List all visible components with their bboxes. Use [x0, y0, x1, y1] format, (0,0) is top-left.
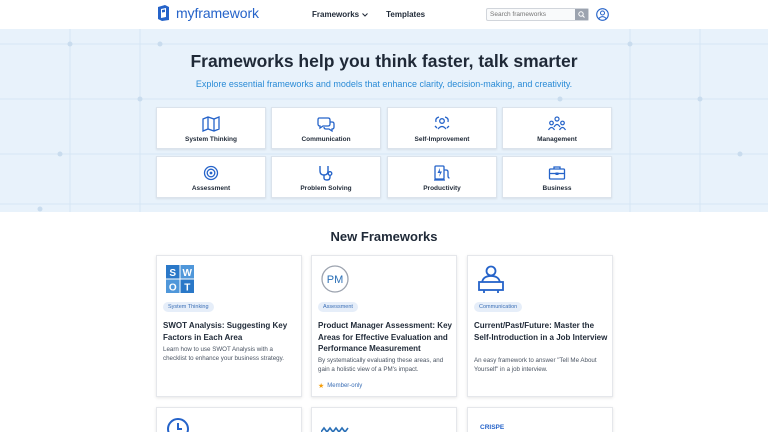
crispe-label: CRISPE [480, 424, 505, 431]
presenter-icon [478, 265, 504, 293]
swot-icon: S W O T [166, 265, 194, 293]
member-only-badge: ★ Member-only [318, 382, 362, 390]
category-system-thinking[interactable]: System Thinking [156, 107, 266, 149]
team-icon [548, 116, 566, 131]
logo-text: myframework [176, 5, 259, 21]
card-tag[interactable]: Communication [474, 302, 523, 312]
member-only-label: Member-only [327, 383, 363, 389]
chat-bubbles-icon [317, 117, 335, 132]
category-label: Productivity [423, 185, 461, 192]
site-header: myframework Frameworks Templates [0, 0, 768, 29]
new-frameworks-title: New Frameworks [330, 229, 438, 244]
target-icon [203, 165, 219, 181]
category-communication[interactable]: Communication [271, 107, 381, 149]
hero-subtitle: Explore essential frameworks and models … [195, 79, 573, 89]
map-icon [202, 116, 220, 132]
framework-card-swot[interactable]: S W O T System Thinking SWOT Analysis: S… [156, 255, 302, 397]
main-nav: Frameworks Templates [312, 10, 425, 19]
category-label: Communication [301, 136, 351, 143]
framework-card-partial[interactable] [156, 407, 302, 432]
clock-icon [167, 418, 189, 432]
card-description: An easy framework to answer "Tell Me Abo… [474, 357, 597, 373]
nav-frameworks-label: Frameworks [312, 10, 360, 19]
search-box [486, 8, 589, 21]
card-description: By systematically evaluating these areas… [318, 357, 444, 373]
framework-card-pm-assessment[interactable]: PM Assessment Product Manager Assessment… [311, 255, 457, 397]
search-button[interactable] [575, 9, 588, 20]
card-description: Learn how to use SWOT Analysis with a ch… [163, 346, 284, 362]
card-title: SWOT Analysis: Suggesting Key Factors in… [163, 321, 288, 342]
search-input[interactable] [490, 9, 576, 20]
swot-letter: S [169, 268, 176, 279]
framework-card-partial[interactable]: CRISPE [467, 407, 613, 432]
wave-icon [321, 426, 349, 432]
card-title: Current/Past/Future: Master the Self-Int… [474, 321, 608, 342]
category-assessment[interactable]: Assessment [156, 156, 266, 198]
hero-title: Frameworks help you think faster, talk s… [190, 51, 578, 71]
book-logo-icon [158, 5, 169, 21]
category-label: Self-Improvement [414, 136, 470, 143]
category-management[interactable]: Management [502, 107, 612, 149]
framework-card-partial[interactable] [311, 407, 457, 432]
user-circle-icon[interactable] [596, 8, 609, 21]
charging-icon [434, 165, 450, 181]
swot-letter: W [183, 268, 193, 279]
pm-icon: PM [321, 265, 349, 293]
briefcase-icon [548, 166, 566, 180]
category-label: Business [542, 185, 572, 192]
search-icon [578, 11, 585, 18]
nav-frameworks[interactable]: Frameworks [312, 10, 368, 19]
category-label: Management [537, 136, 577, 143]
nav-templates[interactable]: Templates [386, 10, 425, 19]
framework-card-self-introduction[interactable]: Communication Current/Past/Future: Maste… [467, 255, 613, 397]
category-self-improvement[interactable]: Self-Improvement [387, 107, 497, 149]
nav-templates-label: Templates [386, 10, 426, 19]
category-label: Problem Solving [300, 185, 352, 192]
star-icon: ★ [318, 383, 325, 390]
category-problem-solving[interactable]: Problem Solving [271, 156, 381, 198]
category-business[interactable]: Business [502, 156, 612, 198]
stethoscope-icon [319, 166, 333, 181]
category-productivity[interactable]: Productivity [387, 156, 497, 198]
logo[interactable]: myframework [156, 5, 259, 21]
chevron-down-icon [362, 12, 368, 17]
card-tag[interactable]: System Thinking [163, 302, 214, 312]
hero-section: Frameworks help you think faster, talk s… [0, 29, 768, 212]
person-growth-icon [434, 116, 450, 130]
swot-letter: O [169, 283, 177, 294]
category-label: System Thinking [184, 136, 237, 143]
category-label: Assessment [191, 185, 231, 192]
pm-icon-text: PM [327, 274, 344, 286]
card-tag[interactable]: Assessment [318, 302, 358, 312]
swot-letter: T [184, 283, 190, 294]
card-title: Product Manager Assessment: Key Areas fo… [318, 321, 452, 353]
